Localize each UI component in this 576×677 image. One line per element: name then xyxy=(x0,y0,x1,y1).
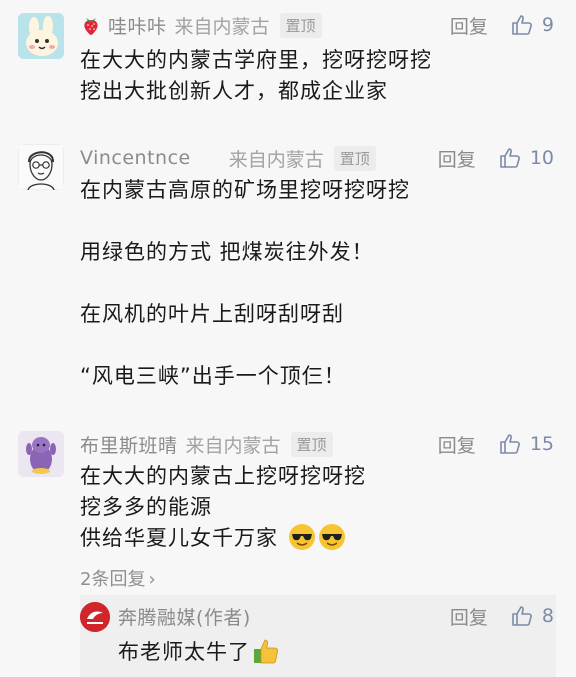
like-button[interactable]: 10 xyxy=(498,146,554,170)
avatar[interactable] xyxy=(18,431,64,477)
comment-line: 挖多多的能源 xyxy=(80,495,212,519)
comment-line: 在内蒙古高原的矿场里挖呀挖呀挖 xyxy=(80,178,410,202)
comment-header: 哇咔咔 来自内蒙古 置顶 回复 9 xyxy=(80,10,554,40)
comment-header: 布里斯班晴 来自内蒙古 置顶 回复 15 xyxy=(80,429,554,459)
like-count: 9 xyxy=(541,14,554,36)
strawberry-icon xyxy=(80,14,102,36)
thumbs-up-icon xyxy=(512,15,532,35)
commenter-name[interactable]: 哇咔咔 xyxy=(108,12,167,39)
author-reply: 奔腾融媒(作者) 回复 8 布老师太牛了 xyxy=(80,595,556,677)
reply-button[interactable]: 回复 xyxy=(450,12,488,39)
comment-header: 奔腾融媒(作者) 回复 8 xyxy=(118,601,554,631)
sunglasses-emoji-icon xyxy=(318,523,346,560)
comment-line: 供给华夏儿女千万家 xyxy=(80,526,278,550)
comment-line: 用绿色的方式 把煤炭往外发！ xyxy=(80,240,374,264)
author-avatar[interactable] xyxy=(80,602,110,632)
location-label: 来自内蒙古 xyxy=(228,148,324,171)
thumbs-up-icon xyxy=(500,434,520,454)
pin-button[interactable]: 置顶 xyxy=(290,431,333,457)
comment-item: 布里斯班晴 来自内蒙古 置顶 回复 15 在大大的内蒙古上挖呀挖呀挖 挖多多的能… xyxy=(0,420,576,677)
commenter-name[interactable]: 奔腾融媒(作者) xyxy=(118,603,251,630)
comment-item: Vincentnce 来自内蒙古 置顶 回复 10 在内蒙古高原的矿场里挖呀挖呀… xyxy=(0,130,576,420)
chevron-right-icon: › xyxy=(148,569,156,590)
comment-line-with-emoji: 供给华夏儿女千万家 xyxy=(80,523,556,560)
comment-text: 在内蒙古高原的矿场里挖呀挖呀挖 用绿色的方式 把煤炭往外发！ 在风机的叶片上刮呀… xyxy=(80,175,556,392)
location-label: 来自内蒙古 xyxy=(174,15,270,38)
reply-button[interactable]: 回复 xyxy=(438,431,476,458)
like-button[interactable]: 8 xyxy=(510,604,554,628)
thumbs-up-icon xyxy=(500,148,520,168)
comment-line: 在风机的叶片上刮呀刮呀刮 xyxy=(80,302,344,326)
like-button[interactable]: 9 xyxy=(510,13,554,37)
reply-button[interactable]: 回复 xyxy=(438,145,476,172)
commenter-name[interactable]: Vincentnce xyxy=(80,147,191,169)
comment-text: 在大大的内蒙古学府里，挖呀挖呀挖 挖出大批创新人才，都成企业家 xyxy=(80,45,556,107)
reply-button[interactable]: 回复 xyxy=(450,603,488,630)
comment-header: Vincentnce 来自内蒙古 置顶 回复 10 xyxy=(80,143,554,173)
like-count: 10 xyxy=(529,147,554,169)
comment-line: 挖出大批创新人才，都成企业家 xyxy=(80,79,388,103)
comment-line: 在大大的内蒙古学府里，挖呀挖呀挖 xyxy=(80,48,432,72)
reply-line: 布老师太牛了 xyxy=(118,640,250,664)
avatar[interactable] xyxy=(18,13,64,59)
like-button[interactable]: 15 xyxy=(498,432,554,456)
location-label: 来自内蒙古 xyxy=(185,434,281,457)
commenter-name[interactable]: 布里斯班晴 xyxy=(80,431,178,458)
comment-line: 在大大的内蒙古上挖呀挖呀挖 xyxy=(80,464,366,488)
like-count: 15 xyxy=(529,433,554,455)
more-replies-link[interactable]: 2条回复 › xyxy=(80,565,156,591)
comment-item: 哇咔咔 来自内蒙古 置顶 回复 9 在大大的内蒙古学府里，挖呀挖呀挖 挖出大批创… xyxy=(0,0,576,130)
comment-text: 在大大的内蒙古上挖呀挖呀挖 挖多多的能源 供给华夏儿女千万家 xyxy=(80,461,556,560)
comment-line: “风电三峡”出手一个顶仨！ xyxy=(80,364,346,388)
pin-button[interactable]: 置顶 xyxy=(279,12,322,38)
avatar[interactable] xyxy=(18,144,64,190)
reply-text: 布老师太牛了 xyxy=(118,637,536,674)
thumbs-up-icon xyxy=(512,606,532,626)
pin-button[interactable]: 置顶 xyxy=(333,145,376,171)
thumbs-up-emoji-icon xyxy=(252,637,280,674)
like-count: 8 xyxy=(541,605,554,627)
more-replies-label: 2条回复 xyxy=(80,569,146,590)
sunglasses-emoji-icon xyxy=(288,523,316,560)
